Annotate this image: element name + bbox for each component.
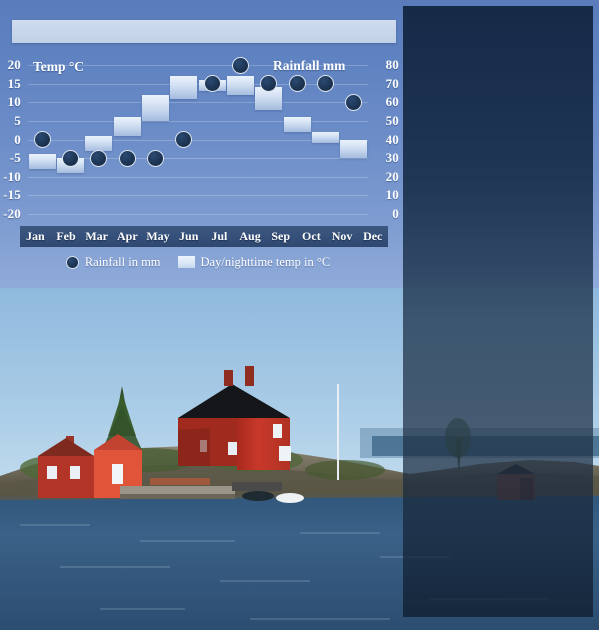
- left-axis-tick: -10: [3, 168, 21, 184]
- month-label-sep: Sep: [271, 229, 291, 243]
- title-bar: [12, 20, 396, 43]
- right-axis-tick: 80: [385, 57, 399, 72]
- gridline: [28, 176, 368, 178]
- rainfall-dot-nov: [317, 75, 334, 93]
- rainfall-dot-may: [147, 149, 164, 167]
- gridline: [28, 195, 368, 197]
- rainfall-dot-oct: [288, 75, 306, 93]
- month-label-dec: Dec: [363, 229, 383, 243]
- left-axis-tick: -20: [3, 206, 21, 221]
- right-axis-tick: 50: [385, 112, 399, 128]
- month-label-may: May: [146, 229, 170, 243]
- left-axis-tick: -15: [3, 187, 21, 203]
- month-label-jul: Jul: [211, 229, 228, 243]
- legend-label-rainfall: Rainfall in mm: [84, 254, 161, 269]
- left-axis-tick: 5: [14, 112, 21, 128]
- month-label-jun: Jun: [179, 229, 199, 243]
- right-axis-tick: 0: [392, 206, 399, 221]
- left-axis-tick: 10: [7, 94, 21, 110]
- month-label-nov: Nov: [331, 229, 353, 243]
- temperature-bar-jun: [170, 76, 198, 99]
- island-photograph: [0, 288, 599, 630]
- temperature-bar-aug: [227, 76, 254, 95]
- gridline: [28, 102, 368, 104]
- month-label-mar: Mar: [85, 229, 108, 243]
- month-label-jan: Jan: [25, 229, 45, 243]
- chart-legend: Rainfall in mm Day/nighttime temp in °C: [0, 252, 396, 272]
- temperature-bar-mar: [85, 135, 113, 151]
- gridline: [28, 120, 368, 122]
- right-axis-tick: 60: [385, 94, 399, 110]
- legend-item-temperature: Day/nighttime temp in °C: [177, 254, 331, 270]
- legend-item-rainfall: Rainfall in mm: [65, 254, 161, 270]
- month-label-aug: Aug: [239, 229, 261, 243]
- rainfall-dot-dec: [345, 93, 363, 111]
- gridline: [28, 214, 368, 215]
- rainfall-dot-jan: [33, 131, 51, 148]
- rainfall-dot-jun: [175, 131, 193, 148]
- rainfall-dot-jul: [203, 75, 221, 93]
- temperature-bar-may: [142, 94, 169, 121]
- right-axis-tick: 40: [385, 131, 399, 147]
- right-axis-tick: 10: [385, 187, 399, 203]
- right-axis-tick: 70: [385, 75, 399, 91]
- temperature-bar-nov: [312, 132, 339, 144]
- temperature-bar-dec: [340, 139, 368, 159]
- climate-chart-panel: Temp °C Rainfall mm 20 15 10 5 0 -5 -10 -15 -20 …: [0, 0, 599, 288]
- month-label-feb: Feb: [56, 229, 76, 243]
- temperature-swatch-icon: [177, 256, 195, 268]
- month-label-apr: Apr: [117, 229, 138, 243]
- rainfall-dot-feb: [62, 149, 79, 167]
- temperature-bar-apr: [113, 117, 141, 136]
- plot-area: 20 15 10 5 0 -5 -10 -15 -20 80 70 60 50 40 30 20 10 0: [3, 56, 399, 220]
- month-label-oct: Oct: [302, 229, 321, 243]
- gridline: [28, 65, 368, 66]
- left-axis-tick: 15: [7, 75, 21, 91]
- rainfall-dot-icon: [65, 255, 79, 269]
- left-axis-tick: 0: [14, 131, 21, 147]
- legend-label-temperature: Day/nighttime temp in °C: [200, 254, 331, 269]
- right-axis-tick: 20: [385, 168, 399, 184]
- rainfall-dot-aug: [232, 56, 249, 74]
- left-axis-tick: -5: [9, 150, 21, 166]
- left-axis-tick: 20: [7, 57, 21, 72]
- rainfall-dot-apr: [118, 149, 136, 167]
- temperature-bar-jan: [28, 154, 56, 170]
- rainfall-dot-mar: [90, 149, 108, 167]
- temperature-bar-oct: [283, 117, 311, 133]
- photo-svg: [0, 288, 599, 630]
- screenshot-root: Temp °C Rainfall mm 20 15 10 5 0 -5 -10 -15 -20 …: [0, 0, 599, 630]
- right-axis-tick: 30: [385, 150, 399, 166]
- month-axis-strip: Jan Feb Mar Apr May Jun Jul Aug Sep Oct Nov Dec: [20, 226, 388, 247]
